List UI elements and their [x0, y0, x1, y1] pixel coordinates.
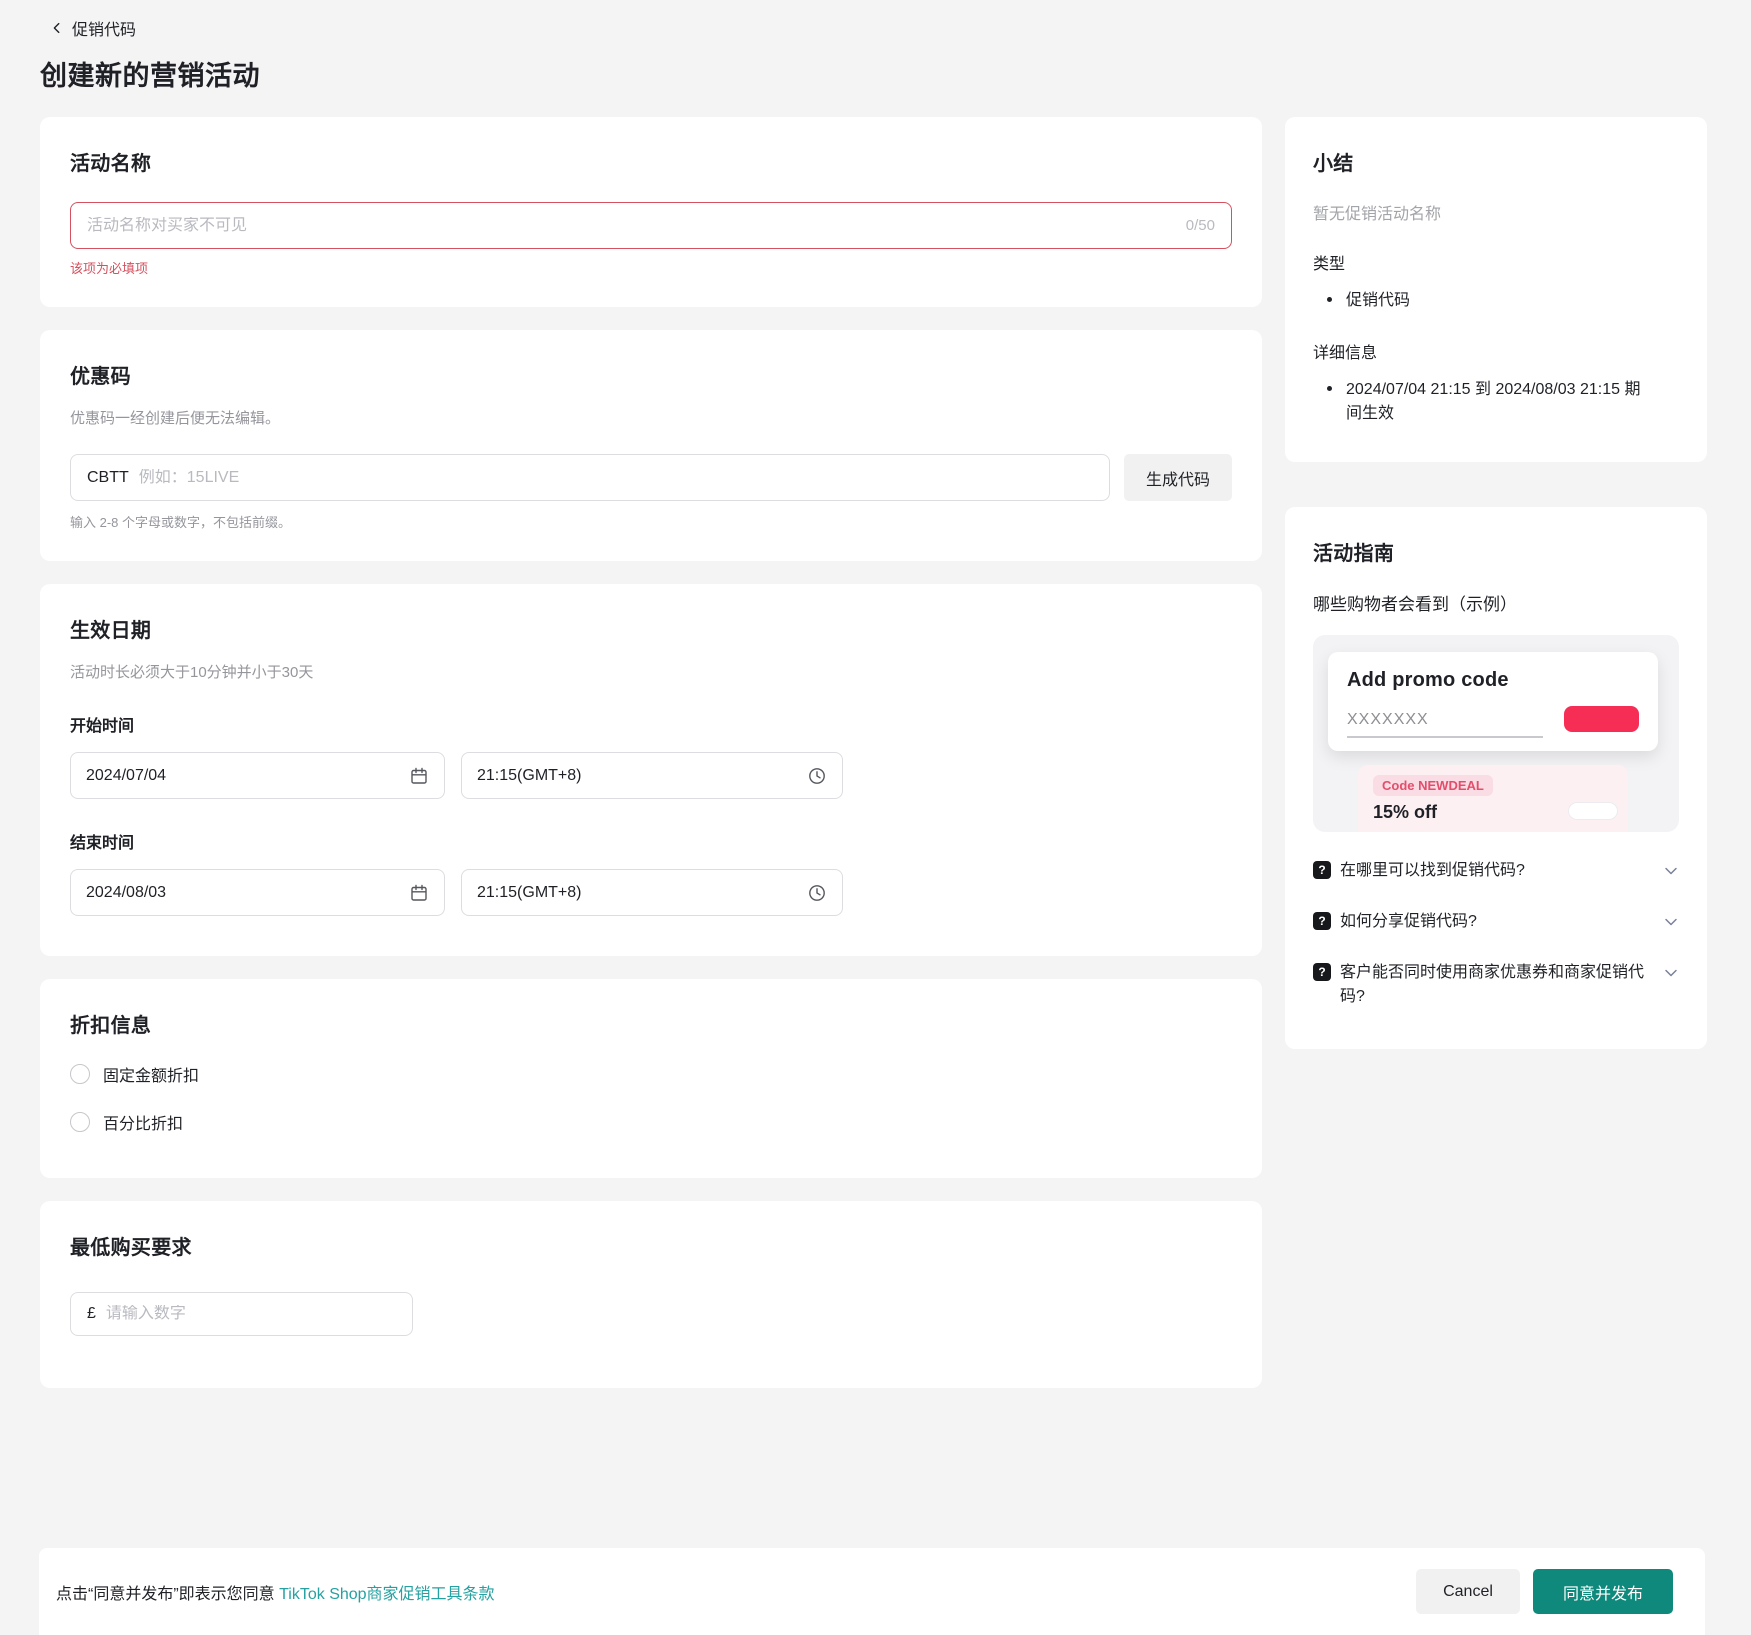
- min-purchase-field[interactable]: £: [70, 1292, 413, 1336]
- preview-promo-card: Add promo code XXXXXXX: [1328, 652, 1658, 751]
- cancel-button[interactable]: Cancel: [1416, 1569, 1520, 1614]
- summary-detail-item: 2024/07/04 21:15 到 2024/08/03 21:15 期间生效: [1313, 378, 1679, 426]
- effective-date-subtitle: 活动时长必须大于10分钟并小于30天: [70, 661, 1232, 682]
- faq-item-stack-with-coupons[interactable]: ? 客户能否同时使用商家优惠券和商家促销代码?: [1313, 961, 1679, 1009]
- radio-fixed-amount-discount[interactable]: 固定金额折扣: [70, 1062, 1232, 1086]
- coupon-prefix: CBTT: [87, 469, 129, 487]
- summary-type-item: 促销代码: [1313, 289, 1679, 313]
- effective-date-title: 生效日期: [70, 614, 1232, 643]
- min-purchase-title: 最低购买要求: [70, 1231, 1232, 1260]
- char-counter: 0/50: [1186, 217, 1215, 234]
- radio-label[interactable]: 固定金额折扣: [103, 1062, 199, 1086]
- chevron-down-icon[interactable]: [1663, 863, 1679, 879]
- radio-label[interactable]: 百分比折扣: [103, 1110, 183, 1134]
- summary-detail-value: 2024/07/04 21:15 到 2024/08/03 21:15 期间生效: [1346, 378, 1646, 426]
- question-icon: ?: [1313, 861, 1331, 879]
- effective-date-card: 生效日期 活动时长必须大于10分钟并小于30天 开始时间 2024/07/04 …: [40, 584, 1262, 956]
- question-icon: ?: [1313, 963, 1331, 981]
- breadcrumb-label[interactable]: 促销代码: [72, 16, 136, 40]
- summary-empty-name: 暂无促销活动名称: [1313, 200, 1679, 224]
- preview-code-input: XXXXXXX: [1347, 711, 1543, 738]
- summary-card: 小结 暂无促销活动名称 类型 促销代码 详细信息 2024/07/04 21:1…: [1285, 117, 1707, 462]
- end-time-value: 21:15(GMT+8): [477, 884, 581, 902]
- terms-link[interactable]: TikTok Shop商家促销工具条款: [279, 1586, 494, 1603]
- start-time-value: 21:15(GMT+8): [477, 767, 581, 785]
- shopper-preview-image: Add promo code XXXXXXX Code NEWDEAL 15% …: [1313, 635, 1679, 832]
- coupon-code-input[interactable]: [139, 469, 1093, 487]
- radio-percentage-discount[interactable]: 百分比折扣: [70, 1110, 1232, 1134]
- end-time-label: 结束时间: [70, 829, 1232, 853]
- calendar-icon: [409, 766, 429, 786]
- back-chevron-icon: [50, 21, 64, 35]
- coupon-code-card: 优惠码 优惠码一经创建后便无法编辑。 CBTT 生成代码 输入 2-8 个字母或…: [40, 330, 1262, 561]
- footer-action-bar: 点击“同意并发布”即表示您同意 TikTok Shop商家促销工具条款 Canc…: [39, 1548, 1705, 1635]
- chevron-down-icon[interactable]: [1663, 914, 1679, 930]
- required-error-text: 该项为必填项: [70, 258, 1232, 277]
- end-date-picker[interactable]: 2024/08/03: [70, 869, 445, 916]
- generate-code-button[interactable]: 生成代码: [1124, 454, 1232, 501]
- summary-detail-label: 详细信息: [1313, 339, 1679, 363]
- page-header: 促销代码 创建新的营销活动: [0, 0, 1751, 93]
- coupon-code-field[interactable]: CBTT: [70, 454, 1110, 501]
- radio-icon[interactable]: [70, 1064, 90, 1084]
- preview-coupon-button: [1568, 802, 1618, 820]
- start-time-picker[interactable]: 21:15(GMT+8): [461, 752, 843, 799]
- summary-type-label: 类型: [1313, 250, 1679, 274]
- campaign-name-input[interactable]: [87, 217, 1176, 235]
- coupon-code-hint: 输入 2-8 个字母或数字，不包括前缀。: [70, 512, 1232, 531]
- summary-title: 小结: [1313, 147, 1679, 176]
- question-icon: ?: [1313, 912, 1331, 930]
- preview-coupon-code: Code NEWDEAL: [1373, 775, 1493, 796]
- end-time-picker[interactable]: 21:15(GMT+8): [461, 869, 843, 916]
- clock-icon: [807, 766, 827, 786]
- min-purchase-card: 最低购买要求 £: [40, 1201, 1262, 1388]
- start-date-value: 2024/07/04: [86, 767, 166, 785]
- preview-apply-button: [1564, 706, 1639, 732]
- preview-heading: Add promo code: [1347, 669, 1639, 692]
- agreement-text: 点击“同意并发布”即表示您同意 TikTok Shop商家促销工具条款: [56, 1580, 495, 1604]
- campaign-name-card: 活动名称 0/50 该项为必填项: [40, 117, 1262, 307]
- currency-symbol: £: [87, 1305, 96, 1323]
- calendar-icon: [409, 883, 429, 903]
- min-purchase-input[interactable]: [106, 1305, 396, 1323]
- faq-item-where-to-find[interactable]: ? 在哪里可以找到促销代码?: [1313, 859, 1679, 883]
- radio-icon[interactable]: [70, 1112, 90, 1132]
- start-date-picker[interactable]: 2024/07/04: [70, 752, 445, 799]
- coupon-code-subtitle: 优惠码一经创建后便无法编辑。: [70, 407, 1232, 428]
- coupon-code-title: 优惠码: [70, 360, 1232, 389]
- guide-subtitle: 哪些购物者会看到（示例）: [1313, 590, 1679, 615]
- campaign-guide-title: 活动指南: [1313, 537, 1679, 566]
- agree-and-publish-button[interactable]: 同意并发布: [1533, 1569, 1673, 1614]
- faq-item-how-to-share[interactable]: ? 如何分享促销代码?: [1313, 910, 1679, 934]
- chevron-down-icon[interactable]: [1663, 965, 1679, 981]
- campaign-name-title: 活动名称: [70, 147, 1232, 176]
- end-date-value: 2024/08/03: [86, 884, 166, 902]
- discount-info-title: 折扣信息: [70, 1009, 1232, 1038]
- summary-type-value: 促销代码: [1346, 289, 1410, 313]
- agreement-prefix: 点击“同意并发布”即表示您同意: [56, 1586, 279, 1603]
- preview-coupon-card: Code NEWDEAL 15% off: [1358, 765, 1628, 832]
- page-title: 创建新的营销活动: [40, 54, 1751, 93]
- bullet-dot: [1327, 386, 1332, 391]
- faq-question[interactable]: 在哪里可以找到促销代码?: [1340, 859, 1657, 883]
- start-time-label: 开始时间: [70, 712, 1232, 736]
- campaign-guide-card: 活动指南 哪些购物者会看到（示例） Add promo code XXXXXXX…: [1285, 507, 1707, 1049]
- clock-icon: [807, 883, 827, 903]
- faq-question[interactable]: 客户能否同时使用商家优惠券和商家促销代码?: [1340, 961, 1657, 1009]
- discount-info-card: 折扣信息 固定金额折扣 百分比折扣: [40, 979, 1262, 1178]
- bullet-dot: [1327, 297, 1332, 302]
- campaign-name-field[interactable]: 0/50: [70, 202, 1232, 249]
- faq-question[interactable]: 如何分享促销代码?: [1340, 910, 1657, 934]
- breadcrumb[interactable]: 促销代码: [50, 16, 1751, 40]
